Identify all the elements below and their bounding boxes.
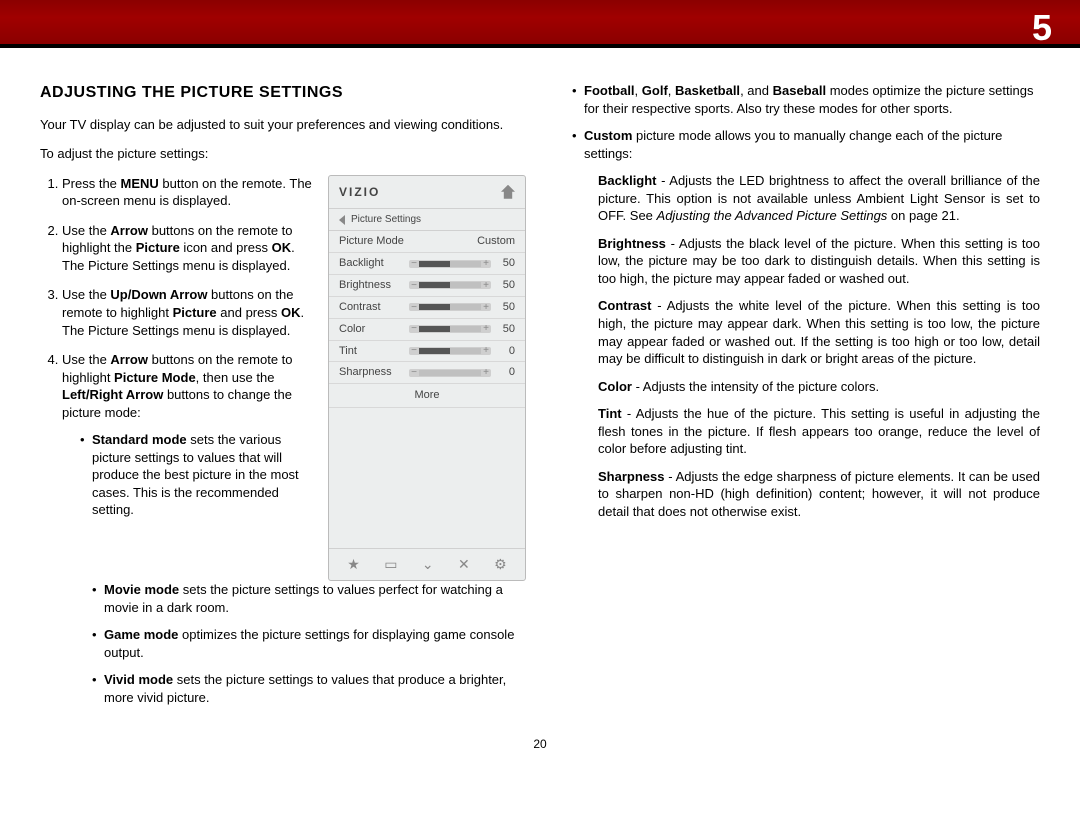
mode-custom: Custom picture mode allows you to manual…	[572, 127, 1040, 520]
steps-list: Press the MENU button on the remote. The…	[40, 175, 314, 519]
chapter-header-bar: 5	[0, 0, 1080, 48]
page-body: Adjusting the Picture Settings Your TV d…	[0, 48, 1080, 736]
def-contrast: Contrast - Adjusts the white level of th…	[598, 297, 1040, 367]
def-tint: Tint - Adjusts the hue of the picture. T…	[598, 405, 1040, 458]
osd-footer-icon-3[interactable]: ✕	[458, 555, 470, 574]
mode-standard: Standard mode sets the various picture s…	[80, 431, 314, 519]
osd-row-sharpness[interactable]: Sharpness−+0	[329, 362, 525, 384]
def-brightness: Brightness - Adjusts the black level of …	[598, 235, 1040, 288]
mode-sublist-top: Standard mode sets the various picture s…	[62, 431, 314, 519]
section-heading: Adjusting the Picture Settings	[40, 82, 526, 104]
def-color: Color - Adjusts the intensity of the pic…	[598, 378, 1040, 396]
def-sharpness: Sharpness - Adjusts the edge sharpness o…	[598, 468, 1040, 521]
osd-brand: VIZIO	[339, 184, 380, 200]
osd-row-tint[interactable]: Tint−+0	[329, 341, 525, 363]
osd-row-contrast[interactable]: Contrast−+50	[329, 297, 525, 319]
modes-right: Football, Golf, Basketball, and Baseball…	[554, 82, 1040, 520]
osd-footer-icon-2[interactable]: ⌄	[422, 555, 434, 574]
osd-panel: VIZIO Picture Settings Picture ModeCusto…	[328, 175, 526, 581]
step-2: Use the Arrow buttons on the remote to h…	[62, 222, 314, 275]
def-backlight: Backlight - Adjusts the LED brightness t…	[598, 172, 1040, 225]
back-icon[interactable]	[339, 215, 345, 225]
osd-more[interactable]: More	[329, 384, 525, 408]
step-4: Use the Arrow buttons on the remote to h…	[62, 351, 314, 519]
mode-game: Game mode optimizes the picture settings…	[92, 626, 526, 661]
step-3: Use the Up/Down Arrow buttons on the rem…	[62, 286, 314, 339]
page-number: 20	[0, 736, 1080, 752]
home-icon[interactable]	[501, 185, 515, 199]
mode-vivid: Vivid mode sets the picture settings to …	[92, 671, 526, 706]
mode-movie: Movie mode sets the picture settings to …	[92, 581, 526, 616]
osd-footer: ★ ▭ ⌄ ✕ ⚙	[329, 548, 525, 580]
osd-row-picture-mode[interactable]: Picture ModeCustom	[329, 231, 525, 253]
osd-row-brightness[interactable]: Brightness−+50	[329, 275, 525, 297]
left-column: Adjusting the Picture Settings Your TV d…	[40, 82, 526, 716]
osd-row-color[interactable]: Color−+50	[329, 319, 525, 341]
lead-text: To adjust the picture settings:	[40, 145, 526, 163]
mode-sports: Football, Golf, Basketball, and Baseball…	[572, 82, 1040, 117]
step-1: Press the MENU button on the remote. The…	[62, 175, 314, 210]
osd-footer-icon-4[interactable]: ⚙	[494, 555, 507, 574]
intro-text: Your TV display can be adjusted to suit …	[40, 116, 526, 134]
chapter-number: 5	[1032, 4, 1052, 53]
osd-row-backlight[interactable]: Backlight−+50	[329, 253, 525, 275]
mode-sublist-bottom: Movie mode sets the picture settings to …	[40, 581, 526, 706]
osd-footer-icon-1[interactable]: ▭	[384, 555, 397, 574]
osd-footer-icon-0[interactable]: ★	[347, 555, 360, 574]
right-column: Football, Golf, Basketball, and Baseball…	[554, 82, 1040, 716]
osd-breadcrumb[interactable]: Picture Settings	[329, 208, 525, 232]
